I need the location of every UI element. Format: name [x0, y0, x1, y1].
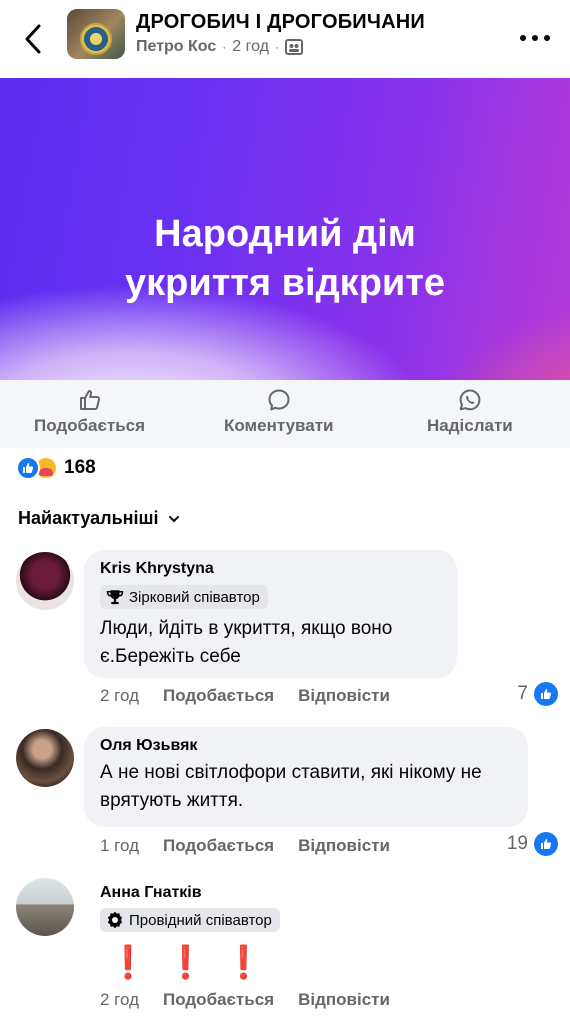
like-count: 7 — [517, 683, 528, 704]
badge-label: Провідний співавтор — [129, 911, 272, 929]
comment-actions: 2 год Подобається Відповісти — [100, 990, 390, 1010]
post-time[interactable]: 2 год — [232, 38, 269, 56]
whatsapp-icon — [459, 389, 481, 411]
author-name[interactable]: Петро Кос — [136, 38, 216, 56]
comment-text: ❗❗❗ — [108, 944, 282, 980]
commenter-name[interactable]: Kris Khrystyna — [100, 560, 441, 578]
post-banner[interactable]: Народний дім укриття відкрите — [0, 78, 570, 380]
dot-icon — [520, 35, 526, 41]
like-label: Подобається — [34, 416, 146, 435]
comment-reply-button[interactable]: Відповісти — [298, 686, 390, 706]
comment-label: Коментувати — [224, 416, 334, 435]
dot-icon — [544, 35, 550, 41]
post-actions-bar: Подобається Коментувати Надіслати — [0, 380, 570, 448]
comment-sort-dropdown[interactable]: Найактуальніші — [18, 508, 179, 529]
banner-title-line1: Народний дім — [154, 213, 416, 255]
meta-separator: · — [274, 40, 279, 54]
group-emblem-icon — [80, 23, 112, 55]
thumbs-up-icon — [79, 390, 100, 410]
comment-actions: 1 год Подобається Відповісти — [100, 836, 390, 856]
comment-bubble: Kris Khrystyna Зірковий співавтор Люди, … — [84, 550, 457, 678]
chevron-down-icon — [168, 516, 179, 523]
rosette-icon — [107, 911, 123, 929]
reaction-count: 168 — [64, 457, 96, 478]
comment-time[interactable]: 2 год — [100, 990, 139, 1010]
like-button[interactable]: Подобається — [34, 388, 145, 436]
reactions-summary[interactable]: 168 — [16, 456, 96, 480]
comment-text: А не нові світлофори ставити, які нікому… — [100, 762, 482, 811]
comment-like-count[interactable]: 19 — [507, 832, 558, 856]
comment-text: Люди, йдіть в укриття, якщо воно є.Береж… — [100, 618, 393, 667]
badge-label: Зірковий співавтор — [129, 588, 260, 606]
comment-bubble: Оля Юзьвяк А не нові світлофори ставити,… — [84, 727, 528, 827]
commenter-name[interactable]: Оля Юзьвяк — [100, 737, 512, 755]
comment-like-button[interactable]: Подобається — [163, 990, 274, 1010]
contributor-badge: Зірковий співавтор — [100, 585, 268, 609]
comment-like-button[interactable]: Подобається — [163, 686, 274, 706]
comment-reply-button[interactable]: Відповісти — [298, 836, 390, 856]
sort-label: Найактуальніші — [18, 508, 159, 528]
chevron-left-icon — [25, 24, 41, 54]
group-name[interactable]: ДРОГОБИЧ І ДРОГОБИЧАНИ — [136, 11, 425, 34]
like-count: 19 — [506, 833, 528, 854]
comment-body: Анна Гнатків Провідний співавтор — [100, 884, 280, 934]
contributor-badge: Провідний співавтор — [100, 908, 280, 932]
comment-bubble-icon — [268, 389, 290, 411]
post-header: ДРОГОБИЧ І ДРОГОБИЧАНИ Петро Кос · 2 год… — [0, 0, 570, 78]
avatar[interactable] — [16, 878, 74, 936]
group-avatar[interactable] — [67, 9, 125, 59]
comment-reply-button[interactable]: Відповісти — [298, 990, 390, 1010]
like-reaction-icon — [534, 832, 558, 856]
back-button[interactable] — [18, 22, 48, 56]
comment-time[interactable]: 1 год — [100, 836, 139, 856]
meta-separator: · — [222, 40, 227, 54]
like-reaction-icon — [534, 682, 558, 706]
comment-actions: 2 год Подобається Відповісти — [100, 686, 390, 706]
dot-icon — [532, 35, 538, 41]
send-button[interactable]: Надіслати — [427, 388, 513, 436]
avatar[interactable] — [16, 729, 74, 787]
trophy-icon — [106, 590, 124, 605]
commenter-name[interactable]: Анна Гнатків — [100, 884, 280, 902]
avatar[interactable] — [16, 552, 74, 610]
comment-like-count[interactable]: 7 — [517, 682, 558, 706]
comment-time[interactable]: 2 год — [100, 686, 139, 706]
banner-title-line2: укриття відкрите — [124, 262, 446, 304]
comment-like-button[interactable]: Подобається — [163, 836, 274, 856]
send-label: Надіслати — [427, 416, 513, 435]
post-meta: Петро Кос · 2 год · — [136, 38, 303, 56]
banner-title: Народний дім укриття відкрите — [0, 210, 570, 308]
like-reaction-icon — [16, 456, 40, 480]
comment-button[interactable]: Коментувати — [224, 388, 334, 436]
more-options-button[interactable] — [520, 26, 550, 50]
group-members-icon — [284, 39, 303, 55]
